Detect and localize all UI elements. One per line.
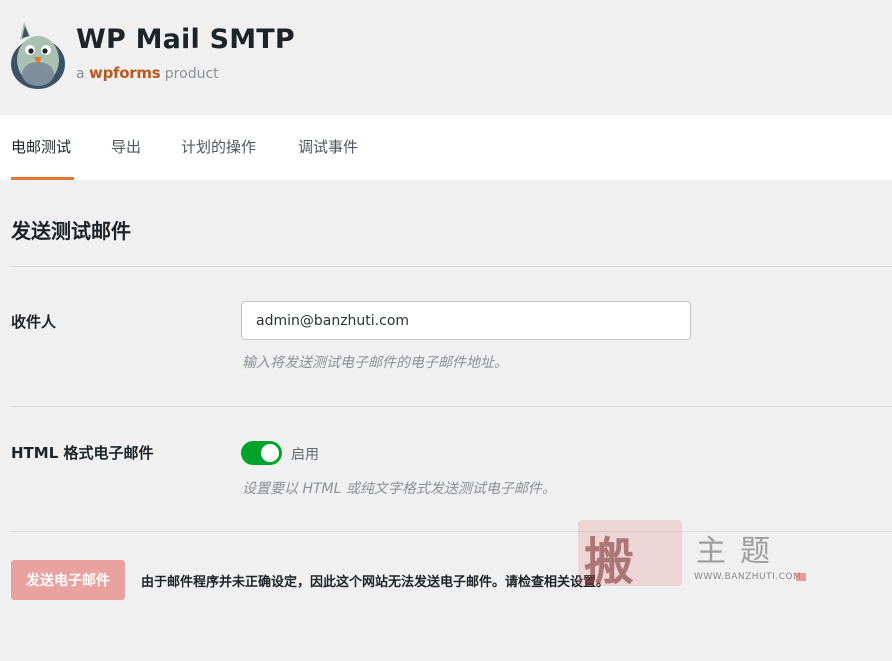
tab-export[interactable]: 导出 xyxy=(111,115,141,180)
watermark-dot xyxy=(796,573,806,581)
tab-debug-events[interactable]: 调试事件 xyxy=(298,115,358,180)
watermark-stamp-char: 搬 xyxy=(584,532,634,591)
site-watermark: 搬 主题 WWW.BANZHUTI.COM xyxy=(578,520,808,591)
tab-email-test[interactable]: 电邮测试 xyxy=(11,115,71,180)
send-email-button[interactable]: 发送电子邮件 xyxy=(11,560,125,600)
toggle-knob xyxy=(261,444,279,462)
active-tab-indicator xyxy=(11,177,74,180)
toggle-state-label: 启用 xyxy=(291,447,319,463)
html-format-description: 设置要以 HTML 或纯文字格式发送测试电子邮件。 xyxy=(242,481,556,497)
tab-scheduled-actions[interactable]: 计划的操作 xyxy=(181,115,256,180)
watermark-url: WWW.BANZHUTI.COM xyxy=(694,572,802,582)
mailer-warning-text: 由于邮件程序并未正确设定，因此这个网站无法发送电子邮件。请检查相关设置。 xyxy=(141,575,610,590)
divider xyxy=(11,406,892,407)
brand-sub-prefix: a xyxy=(76,66,85,82)
pigeon-mascot-icon xyxy=(11,22,65,89)
brand-sub-suffix: product xyxy=(164,66,219,82)
plugin-header: WP Mail SMTP a wpforms product xyxy=(0,0,892,115)
wpforms-logo: wpforms xyxy=(89,64,161,82)
recipient-email-input[interactable] xyxy=(241,301,691,340)
divider xyxy=(11,266,892,267)
tools-tabs: 电邮测试 导出 计划的操作 调试事件 xyxy=(0,115,892,180)
watermark-title: 主题 xyxy=(696,534,784,569)
recipient-description: 输入将发送测试电子邮件的电子邮件地址。 xyxy=(242,355,508,371)
recipient-label: 收件人 xyxy=(11,313,57,331)
brand-title: WP Mail SMTP xyxy=(76,24,295,55)
brand-subtitle: a wpforms product xyxy=(76,64,219,82)
section-title: 发送测试邮件 xyxy=(11,219,131,243)
html-format-label: HTML 格式电子邮件 xyxy=(11,444,154,462)
html-format-toggle[interactable] xyxy=(241,441,282,465)
